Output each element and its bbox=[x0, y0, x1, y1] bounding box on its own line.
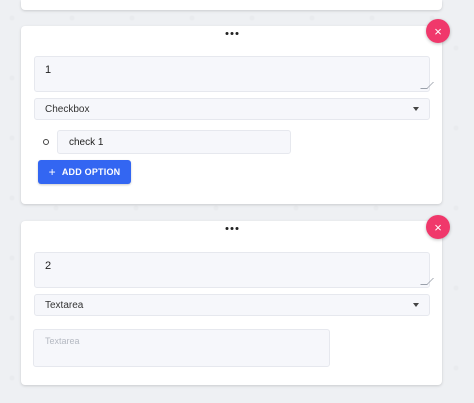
drag-handle-icon[interactable] bbox=[225, 29, 238, 37]
add-option-button[interactable]: + ADD OPTION bbox=[38, 160, 131, 184]
resize-handle-icon[interactable] bbox=[420, 278, 434, 285]
question-type-select[interactable]: Checkbox bbox=[34, 98, 430, 120]
question-card-1: 1 Checkbox check 1 + ADD OPTION bbox=[21, 26, 442, 204]
chevron-down-icon bbox=[413, 303, 419, 307]
delete-question-button-1[interactable]: × bbox=[426, 19, 450, 43]
question-text-field[interactable]: 1 bbox=[34, 56, 434, 92]
drag-handle-icon[interactable] bbox=[225, 224, 238, 232]
option-input[interactable]: check 1 bbox=[57, 130, 291, 154]
option-label: check 1 bbox=[69, 136, 104, 148]
delete-question-button-2[interactable]: × bbox=[426, 215, 450, 239]
radio-bullet-icon bbox=[43, 139, 49, 145]
question-type-value: Checkbox bbox=[45, 103, 90, 115]
option-row: check 1 bbox=[43, 130, 291, 154]
previous-question-card bbox=[21, 0, 442, 10]
plus-icon: + bbox=[48, 165, 56, 179]
answer-placeholder: Textarea bbox=[45, 336, 80, 346]
question-type-value: Textarea bbox=[45, 299, 84, 311]
resize-handle-icon[interactable] bbox=[420, 82, 434, 89]
close-icon: × bbox=[434, 23, 442, 39]
question-card-2: 2 Textarea Textarea bbox=[21, 221, 442, 385]
close-icon: × bbox=[434, 219, 442, 235]
add-option-label: ADD OPTION bbox=[61, 167, 121, 177]
chevron-down-icon bbox=[413, 107, 419, 111]
answer-textarea-preview[interactable]: Textarea bbox=[33, 329, 330, 367]
question-text-value: 1 bbox=[45, 64, 52, 76]
question-text-value: 2 bbox=[45, 260, 52, 272]
question-type-select[interactable]: Textarea bbox=[34, 294, 430, 316]
question-text-field[interactable]: 2 bbox=[34, 252, 434, 288]
